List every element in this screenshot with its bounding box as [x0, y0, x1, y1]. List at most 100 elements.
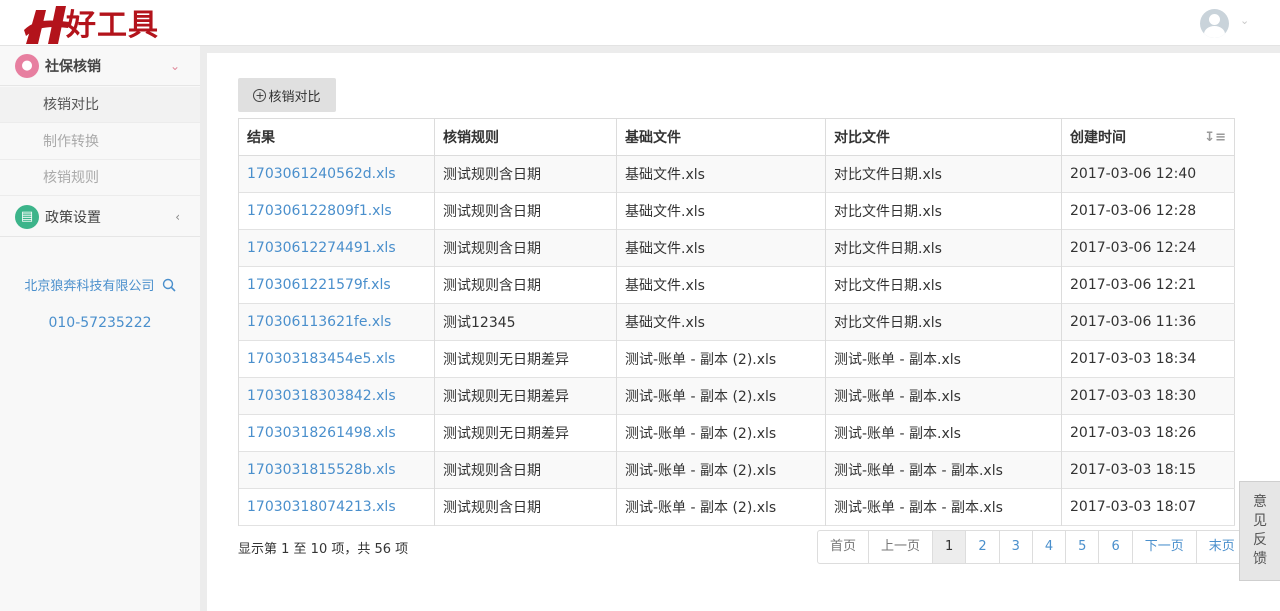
sidebar-item-verify-compare[interactable]: 核销对比 — [0, 87, 200, 123]
feedback-button[interactable]: 意 见 反 馈 — [1239, 481, 1280, 581]
logo-text: 好工具 — [66, 8, 159, 43]
compare-file-cell: 测试-账单 - 副本.xls — [825, 340, 1062, 378]
compare-file-cell: 对比文件日期.xls — [825, 266, 1062, 304]
compare-file-cell: 对比文件日期.xls — [825, 192, 1062, 230]
user-avatar[interactable] — [1200, 9, 1229, 38]
result-link[interactable]: 17030318074213.xls — [238, 488, 435, 526]
compare-file-cell: 对比文件日期.xls — [825, 155, 1062, 193]
next-page-button[interactable]: 下一页 — [1131, 531, 1196, 563]
table-row: 170303183454e5.xls 测试规则无日期差异 测试-账单 - 副本 (2… — [238, 340, 1235, 378]
col-header-result[interactable]: 结果 — [238, 118, 435, 156]
table-row: 1703031815528b.xls 测试规则含日期 测试-账单 - 副本 (2).… — [238, 451, 1235, 489]
rule-cell: 测试规则含日期 — [434, 155, 617, 193]
created-cell: 2017-03-06 12:21 — [1061, 266, 1235, 304]
chevron-down-icon[interactable]: ⌄ — [1240, 14, 1249, 27]
table-row: 1703061240562d.xls 测试规则含日期 基础文件.xls 对比文件日期.… — [238, 155, 1235, 193]
compare-file-cell: 对比文件日期.xls — [825, 303, 1062, 341]
result-link[interactable]: 17030318303842.xls — [238, 377, 435, 415]
table-row: 170306122809f1.xls 测试规则含日期 基础文件.xls 对比文件日期.… — [238, 192, 1235, 230]
rule-cell: 测试规则无日期差异 — [434, 340, 617, 378]
base-file-cell: 测试-账单 - 副本 (2).xls — [616, 414, 826, 452]
page-6-button[interactable]: 6 — [1098, 531, 1131, 563]
created-cell: 2017-03-06 12:40 — [1061, 155, 1235, 193]
chevron-left-icon: ‹ — [175, 209, 180, 224]
sidebar-group-label: 政策设置 — [45, 209, 101, 226]
sidebar-item-make-convert[interactable]: 制作转换 — [0, 124, 200, 160]
created-cell: 2017-03-03 18:07 — [1061, 488, 1235, 526]
created-cell: 2017-03-03 18:15 — [1061, 451, 1235, 489]
sidebar: ● 社保核销 ⌄ 核销对比 制作转换 核销规则 ▤ 政策设置 ‹ 北京狼奔科技有… — [0, 46, 200, 611]
plus-circle-icon: + — [253, 88, 267, 102]
result-link[interactable]: 1703061221579f.xls — [238, 266, 435, 304]
compare-file-cell: 测试-账单 - 副本.xls — [825, 377, 1062, 415]
rule-cell: 测试规则含日期 — [434, 192, 617, 230]
result-link[interactable]: 1703061240562d.xls — [238, 155, 435, 193]
result-link[interactable]: 17030612274491.xls — [238, 229, 435, 267]
compare-file-cell: 对比文件日期.xls — [825, 229, 1062, 267]
table-row: 170306113621fe.xls 测试12345 基础文件.xls 对比文件日期.… — [238, 303, 1235, 341]
table-row: 17030318261498.xls 测试规则无日期差异 测试-账单 - 副本 (2… — [238, 414, 1235, 452]
created-cell: 2017-03-03 18:30 — [1061, 377, 1235, 415]
sidebar-divider — [200, 46, 207, 611]
base-file-cell: 基础文件.xls — [616, 266, 826, 304]
base-file-cell: 测试-账单 - 副本 (2).xls — [616, 377, 826, 415]
col-header-created[interactable]: 创建时间 ↧≡ — [1061, 118, 1235, 156]
top-header: 好工具 ⌄ — [0, 0, 1280, 46]
page-1-button[interactable]: 1 — [932, 531, 966, 563]
page-2-button[interactable]: 2 — [965, 531, 998, 563]
compare-file-cell: 测试-账单 - 副本 - 副本.xls — [825, 451, 1062, 489]
user-group-icon: ● — [15, 53, 39, 78]
col-header-rule[interactable]: 核销规则 — [434, 118, 617, 156]
rule-cell: 测试规则含日期 — [434, 488, 617, 526]
chevron-down-icon: ⌄ — [169, 58, 180, 73]
logo-mark-icon — [22, 4, 74, 48]
rule-cell: 测试规则含日期 — [434, 229, 617, 267]
result-link[interactable]: 17030318261498.xls — [238, 414, 435, 452]
result-link[interactable]: 170306122809f1.xls — [238, 192, 435, 230]
created-cell: 2017-03-06 11:36 — [1061, 303, 1235, 341]
sort-desc-icon[interactable]: ↧≡ — [1204, 130, 1226, 145]
add-compare-button[interactable]: + 核销对比 — [238, 78, 336, 112]
rule-cell: 测试规则无日期差异 — [434, 377, 617, 415]
rule-cell: 测试规则含日期 — [434, 451, 617, 489]
table-row: 17030318074213.xls 测试规则含日期 测试-账单 - 副本 (2).… — [238, 488, 1235, 526]
rule-cell: 测试规则含日期 — [434, 266, 617, 304]
results-table: 结果 核销规则 基础文件 对比文件 创建时间 ↧≡ 1703061240562d.… — [238, 118, 1235, 526]
created-cell: 2017-03-06 12:28 — [1061, 192, 1235, 230]
created-cell: 2017-03-03 18:34 — [1061, 340, 1235, 378]
pagination-info: 显示第 1 至 10 项，共 56 项 — [238, 542, 409, 557]
page-3-button[interactable]: 3 — [998, 531, 1032, 563]
result-link[interactable]: 170303183454e5.xls — [238, 340, 435, 378]
sidebar-item-verify-rules[interactable]: 核销规则 — [0, 160, 200, 196]
rule-cell: 测试12345 — [434, 303, 617, 341]
col-header-base-file[interactable]: 基础文件 — [616, 118, 826, 156]
page-4-button[interactable]: 4 — [1031, 531, 1065, 563]
col-header-compare-file[interactable]: 对比文件 — [825, 118, 1062, 156]
table-row: 17030612274491.xls 测试规则含日期 基础文件.xls 对比文件日期.… — [238, 229, 1235, 267]
search-icon[interactable] — [162, 278, 176, 296]
table-row: 1703061221579f.xls 测试规则含日期 基础文件.xls 对比文件日期.… — [238, 266, 1235, 304]
company-name[interactable]: 北京狼奔科技有限公司 — [0, 275, 200, 296]
last-page-button[interactable]: 末页 — [1195, 531, 1239, 563]
document-icon: ▤ — [15, 204, 39, 229]
result-link[interactable]: 170306113621fe.xls — [238, 303, 435, 341]
logo[interactable]: 好工具 — [22, 4, 159, 48]
base-file-cell: 基础文件.xls — [616, 229, 826, 267]
sidebar-group-social-security[interactable]: ● 社保核销 ⌄ — [0, 46, 200, 86]
compare-file-cell: 测试-账单 - 副本.xls — [825, 414, 1062, 452]
sidebar-group-policy-settings[interactable]: ▤ 政策设置 ‹ — [0, 197, 200, 237]
add-compare-label: 核销对比 — [268, 89, 321, 105]
base-file-cell: 测试-账单 - 副本 (2).xls — [616, 340, 826, 378]
base-file-cell: 基础文件.xls — [616, 303, 826, 341]
base-file-cell: 基础文件.xls — [616, 155, 826, 193]
page-5-button[interactable]: 5 — [1065, 531, 1098, 563]
prev-page-button[interactable]: 上一页 — [868, 531, 932, 563]
compare-file-cell: 测试-账单 - 副本 - 副本.xls — [825, 488, 1062, 526]
pagination: 首页 上一页 1 2 3 4 5 6 下一页 末页 — [817, 530, 1240, 564]
table-row: 17030318303842.xls 测试规则无日期差异 测试-账单 - 副本 (2… — [238, 377, 1235, 415]
created-cell: 2017-03-03 18:26 — [1061, 414, 1235, 452]
created-cell: 2017-03-06 12:24 — [1061, 229, 1235, 267]
first-page-button[interactable]: 首页 — [818, 531, 868, 563]
rule-cell: 测试规则无日期差异 — [434, 414, 617, 452]
result-link[interactable]: 1703031815528b.xls — [238, 451, 435, 489]
